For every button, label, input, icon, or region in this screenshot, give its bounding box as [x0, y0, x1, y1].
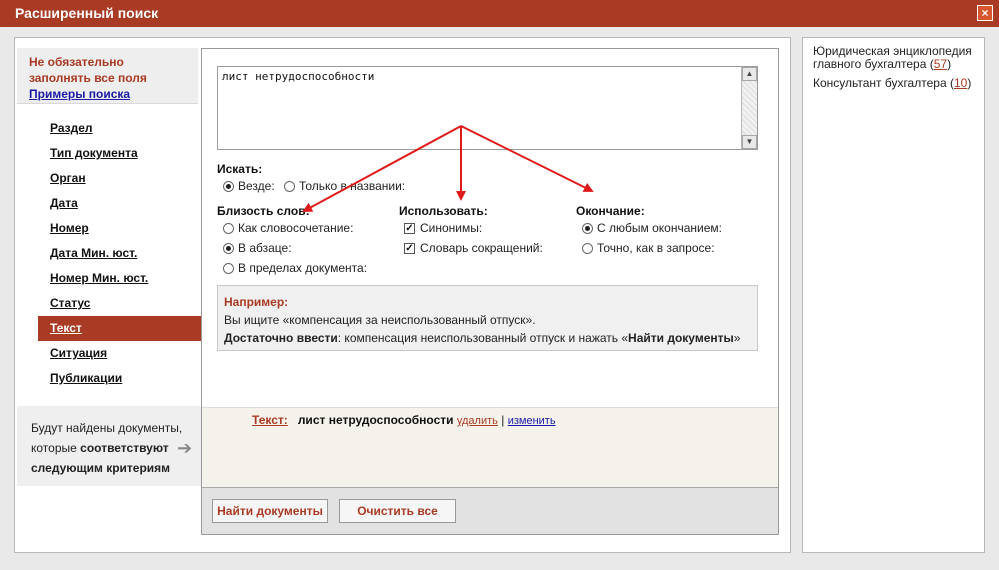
query-textarea[interactable]: лист нетрудоспособности ▲ ▼	[217, 66, 758, 150]
nav-item-date[interactable]: Дата	[15, 191, 201, 216]
checkbox-abbreviations[interactable]: ✓ Словарь сокращений:	[404, 241, 543, 255]
hint-line-1: Не обязательно	[29, 55, 124, 69]
radio-title-only[interactable]: Только в названии:	[284, 179, 405, 193]
radio-exact[interactable]: Точно, как в запросе:	[582, 241, 715, 255]
form-footer: Найти документы Очистить все	[202, 487, 778, 534]
close-icon[interactable]: ×	[977, 5, 993, 21]
found-criteria-note: Будут найдены документы, которые соответ…	[17, 406, 201, 486]
radio-any-ending[interactable]: С любым окончанием:	[582, 221, 722, 235]
checkbox-checked-icon: ✓	[404, 222, 415, 234]
nav-item-publications[interactable]: Публикации	[15, 366, 201, 391]
criteria-value: лист нетрудоспособности	[297, 413, 454, 427]
hint-box: Не обязательно заполнять все поля Пример…	[17, 48, 198, 104]
nav-item-doc-type[interactable]: Тип документа	[15, 141, 201, 166]
radio-icon	[284, 180, 295, 192]
radio-checked-icon	[582, 222, 593, 234]
criteria-row: Текст: лист нетрудоспособности удалить |…	[252, 413, 556, 427]
selected-criteria: Текст: лист нетрудоспособности удалить |…	[202, 407, 778, 487]
scroll-down-icon[interactable]: ▼	[742, 135, 757, 149]
search-form: лист нетрудоспособности ▲ ▼ Искать: Везд…	[201, 48, 779, 535]
example-box: Например: Вы ищите «компенсация за неисп…	[217, 285, 758, 351]
found-line-3: следующим критериям	[31, 461, 171, 475]
related-links: Юридическая энциклопедия главного бухгал…	[813, 45, 983, 96]
change-link[interactable]: изменить	[508, 415, 556, 427]
radio-everywhere[interactable]: Везде:	[223, 179, 275, 193]
ending-label: Окончание:	[576, 204, 645, 218]
window-title: Расширенный поиск	[15, 5, 159, 21]
example-title: Например:	[224, 295, 289, 309]
radio-checked-icon	[223, 242, 234, 254]
link-separator: |	[501, 413, 505, 427]
query-text: лист нетрудоспособности	[222, 70, 375, 83]
radio-icon	[223, 222, 234, 234]
window-titlebar: Расширенный поиск ×	[0, 0, 999, 27]
nav-item-situation[interactable]: Ситуация	[15, 341, 201, 366]
example-line-2: Достаточно ввести: компенсация неиспольз…	[224, 331, 741, 345]
textarea-scrollbar[interactable]: ▲ ▼	[741, 67, 757, 149]
criteria-value-group: лист нетрудоспособности удалить | измени…	[298, 413, 556, 427]
found-line-2: которые соответствуют	[31, 441, 169, 455]
clear-all-button[interactable]: Очистить все	[339, 499, 456, 523]
find-documents-button[interactable]: Найти документы	[212, 499, 328, 523]
nav-item-text[interactable]: Текст	[38, 316, 201, 341]
hint-line-2: заполнять все поля	[29, 71, 147, 85]
nav-item-authority[interactable]: Орган	[15, 166, 201, 191]
radio-phrase[interactable]: Как словосочетание:	[223, 221, 353, 235]
radio-checked-icon	[223, 180, 234, 192]
nav-item-section[interactable]: Раздел	[15, 116, 201, 141]
arrow-right-icon: ➔	[177, 438, 193, 458]
nav-item-number[interactable]: Номер	[15, 216, 201, 241]
main-panel: Не обязательно заполнять все поля Пример…	[14, 37, 791, 553]
nav-item-status[interactable]: Статус	[15, 291, 201, 316]
radio-icon	[582, 242, 593, 254]
use-label: Использовать:	[399, 204, 488, 218]
delete-link[interactable]: удалить	[457, 415, 498, 427]
example-line-1: Вы ищите «компенсация за неиспользованны…	[224, 313, 536, 327]
nav-item-minjust-number[interactable]: Номер Мин. юст.	[15, 266, 201, 291]
count-badge: 57	[933, 57, 948, 71]
radio-document[interactable]: В пределах документа:	[223, 261, 367, 275]
radio-icon	[223, 262, 234, 274]
search-in-label: Искать:	[217, 162, 263, 176]
examples-link[interactable]: Примеры поиска	[29, 87, 130, 101]
side-panel: Юридическая энциклопедия главного бухгал…	[802, 37, 985, 553]
nav-item-minjust-date[interactable]: Дата Мин. юст.	[15, 241, 201, 266]
related-link-consultant[interactable]: Консультант бухгалтера (10)	[813, 77, 983, 90]
proximity-label: Близость слов:	[217, 204, 310, 218]
radio-paragraph[interactable]: В абзаце:	[223, 241, 292, 255]
found-line-1: Будут найдены документы,	[31, 421, 183, 435]
checkbox-synonyms[interactable]: ✓ Синонимы:	[404, 221, 482, 235]
checkbox-checked-icon: ✓	[404, 242, 415, 254]
scroll-up-icon[interactable]: ▲	[742, 67, 757, 81]
criteria-nav: Раздел Тип документа Орган Дата Номер Да…	[15, 116, 201, 391]
related-link-encyclopedia[interactable]: Юридическая энциклопедия главного бухгал…	[813, 45, 983, 71]
count-badge: 10	[953, 76, 968, 90]
criteria-label: Текст:	[252, 413, 288, 427]
